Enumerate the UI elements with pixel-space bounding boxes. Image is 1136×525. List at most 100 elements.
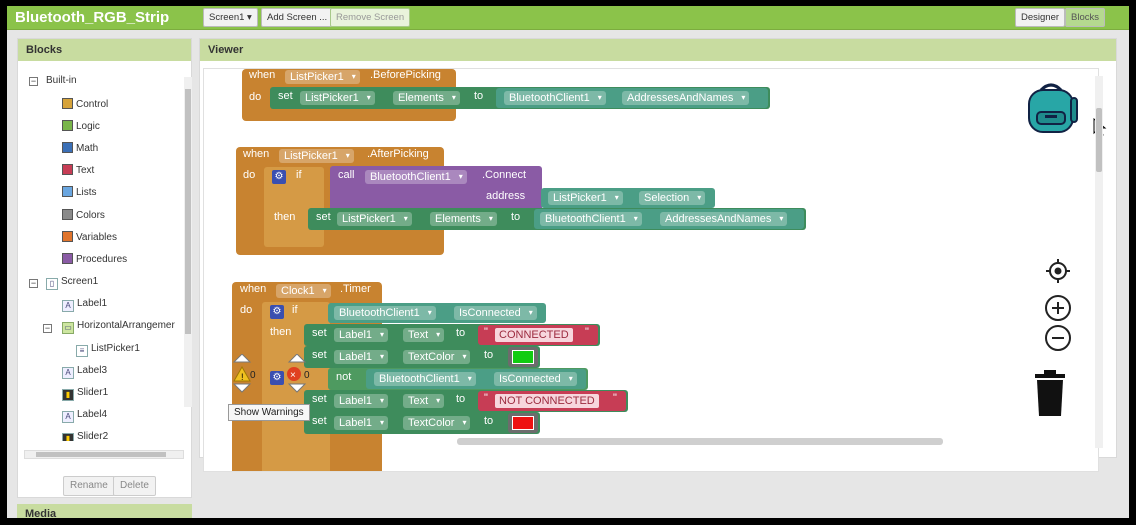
tree-item-text[interactable]: Text [62, 164, 94, 178]
viewer-title: Viewer [200, 39, 1116, 61]
tree-item-variables[interactable]: Variables [62, 231, 117, 245]
tree-slider1[interactable]: ▮ Slider1 [62, 386, 109, 401]
tree-builtin[interactable]: Built-in [46, 74, 77, 88]
tree-horizontal-arrangement[interactable]: ▭ HorizontalArrangemer [62, 319, 175, 334]
dd-label1[interactable]: Label1 [334, 394, 389, 408]
tree-item-lists[interactable]: Lists [62, 186, 97, 200]
tree-label1[interactable]: A Label1 [62, 297, 107, 312]
tree-slider2[interactable]: ▮ Slider2 [62, 430, 108, 441]
dd-colorprop[interactable]: TextColor [403, 350, 471, 364]
workspace-hscrollbar-thumb[interactable] [457, 438, 943, 445]
label-icon: A [62, 411, 74, 423]
tree-item-label: HorizontalArrangemer [77, 320, 175, 331]
dd-label1[interactable]: Label1 [334, 416, 389, 430]
dd-listpicker1[interactable]: ListPicker1 [285, 70, 360, 84]
kw-to: to [456, 327, 466, 339]
dd-textprop[interactable]: Text [403, 328, 445, 342]
kw-to: to [456, 393, 466, 405]
media-panel-title: Media [17, 504, 192, 518]
tree-item-label: Text [76, 165, 95, 176]
rename-button[interactable]: Rename [63, 476, 115, 496]
kw-then: then [274, 211, 296, 223]
blocks-tree: − Built-in Control Logic Math Text Lists… [18, 61, 193, 441]
dd-condprop[interactable]: IsConnected [454, 306, 537, 320]
kw-set: set [312, 327, 327, 339]
remove-screen-button[interactable]: Remove Screen [330, 8, 411, 27]
tree-item-colors[interactable]: Colors [62, 209, 105, 223]
kw-to: to [474, 90, 484, 102]
tree-item-control[interactable]: Control [62, 98, 108, 112]
designer-button[interactable]: Designer [1015, 8, 1066, 27]
dd-textprop[interactable]: Text [403, 394, 445, 408]
dd-clock1[interactable]: Clock1 [276, 284, 331, 298]
dd-listpicker1[interactable]: ListPicker1 [279, 149, 354, 163]
tree-hscrollbar-thumb[interactable] [36, 452, 166, 457]
variables-swatch-icon [62, 231, 73, 242]
dd-addrcomp[interactable]: ListPicker1 [548, 191, 623, 205]
dd-src[interactable]: BluetoothClient1 [540, 212, 642, 226]
lists-swatch-icon [62, 186, 73, 197]
string-connected[interactable]: CONNECTED [495, 328, 573, 342]
dd-setcomp[interactable]: ListPicker1 [300, 91, 375, 105]
arrangement-icon: ▭ [62, 322, 74, 334]
dd-label1[interactable]: Label1 [334, 350, 389, 364]
kw-to: to [511, 211, 521, 223]
tree-item-logic[interactable]: Logic [62, 120, 100, 134]
quote-open: " [484, 392, 488, 404]
workspace-vscrollbar-thumb[interactable] [1096, 108, 1102, 172]
dd-prop[interactable]: Elements [393, 91, 460, 105]
kw-not: not [336, 371, 352, 383]
string-not-connected[interactable]: NOT CONNECTED [495, 394, 599, 408]
dd-colorprop[interactable]: TextColor [403, 416, 471, 430]
kw-when: when [243, 148, 270, 160]
quote-close: " [613, 392, 617, 404]
tree-item-procedures[interactable]: Procedures [62, 253, 127, 267]
dd-label1[interactable]: Label1 [334, 328, 389, 342]
collapse-toggle-arrangement[interactable]: − [43, 324, 52, 333]
collapse-toggle-builtin[interactable]: − [29, 77, 38, 86]
event-name: .Timer [340, 283, 371, 295]
red-color-swatch[interactable] [512, 416, 534, 430]
dd-srcprop[interactable]: AddressesAndNames [660, 212, 788, 226]
delete-button[interactable]: Delete [113, 476, 156, 496]
kw-when: when [240, 283, 267, 295]
error-count: 0 [304, 370, 310, 381]
tree-item-label: Label4 [77, 409, 108, 420]
tree-scrollbar-thumb[interactable] [185, 89, 191, 334]
control-swatch-icon [62, 98, 73, 109]
dd-setcomp[interactable]: ListPicker1 [337, 212, 412, 226]
tree-screen1[interactable]: ▯ Screen1 [46, 275, 98, 290]
dd-prop[interactable]: Elements [430, 212, 497, 226]
center-target-icon[interactable] [1045, 258, 1071, 284]
collapse-toggle-screen[interactable]: − [29, 279, 38, 288]
dd-notcomp[interactable]: BluetoothClient1 [374, 372, 476, 386]
dd-srcprop[interactable]: AddressesAndNames [622, 91, 750, 105]
kw-set: set [278, 90, 293, 102]
screen-select[interactable]: Screen1 ▾ [203, 8, 258, 27]
dd-notprop[interactable]: IsConnected [494, 372, 577, 386]
dd-cond[interactable]: BluetoothClient1 [334, 306, 436, 320]
blocks-workspace[interactable]: when ListPicker1 .BeforePicking do set L… [203, 68, 1099, 472]
quote-close: " [585, 326, 589, 338]
tree-label3[interactable]: A Label3 [62, 364, 107, 379]
green-color-swatch[interactable] [512, 350, 534, 364]
tree-item-label: Slider1 [77, 387, 109, 398]
svg-text:!: ! [241, 372, 244, 382]
gear-icon[interactable]: ⚙ [272, 170, 286, 184]
dd-src[interactable]: BluetoothClient1 [504, 91, 606, 105]
tree-item-math[interactable]: Math [62, 142, 98, 156]
trash-icon[interactable] [1033, 368, 1067, 418]
dd-callcomp[interactable]: BluetoothClient1 [365, 170, 467, 184]
zoom-out-icon[interactable] [1044, 324, 1072, 352]
tree-label4[interactable]: A Label4 [62, 408, 108, 423]
add-screen-button[interactable]: Add Screen ... [261, 8, 334, 27]
zoom-in-icon[interactable] [1044, 294, 1072, 322]
kw-to: to [484, 349, 494, 361]
gear-icon[interactable]: ⚙ [270, 305, 284, 319]
backpack-icon[interactable] [1023, 78, 1081, 136]
tree-listpicker1[interactable]: ≡ ListPicker1 [76, 342, 140, 357]
kw-call: call [338, 169, 355, 181]
blocks-button[interactable]: Blocks [1065, 8, 1105, 27]
dd-addrprop[interactable]: Selection [639, 191, 706, 205]
show-warnings-tooltip[interactable]: Show Warnings [228, 404, 310, 421]
